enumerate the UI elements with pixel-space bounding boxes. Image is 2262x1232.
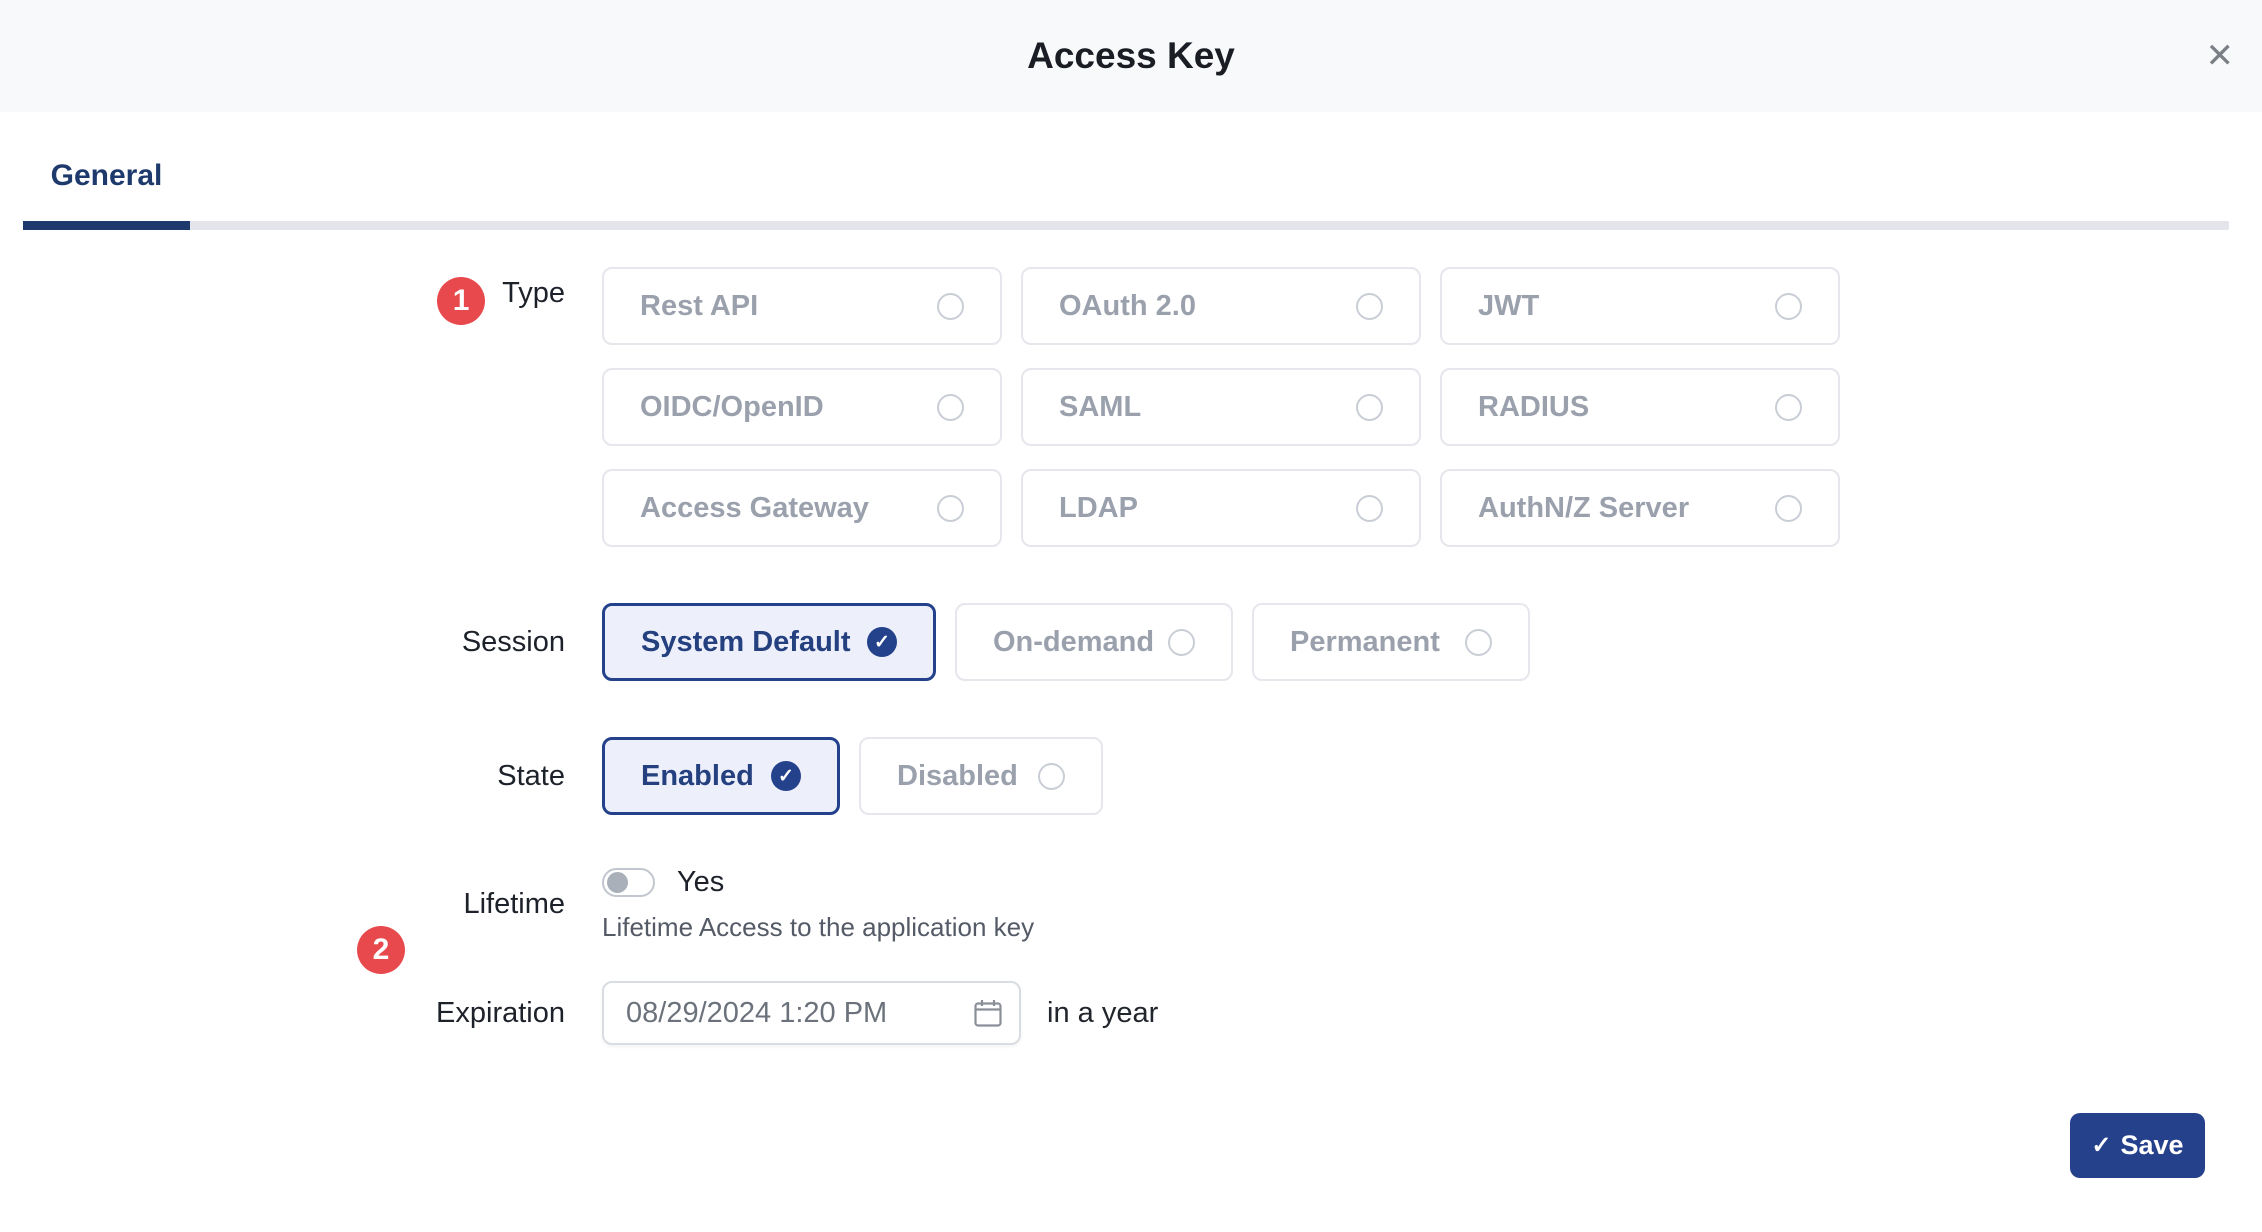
radio-icon (937, 293, 964, 320)
expiration-row: Expiration in a year (0, 981, 2262, 1045)
session-option-on-demand[interactable]: On-demand (955, 603, 1233, 681)
state-options: Enabled ✓ Disabled (602, 737, 1103, 815)
expiration-label: Expiration (436, 997, 565, 1030)
state-option-enabled[interactable]: Enabled ✓ (602, 737, 840, 815)
radio-icon (1356, 293, 1383, 320)
lifetime-label-cell: Lifetime (0, 888, 565, 921)
tab-bar: General (23, 158, 2229, 230)
type-option-access-gateway[interactable]: Access Gateway (602, 469, 1002, 547)
type-option-oauth-2-0[interactable]: OAuth 2.0 (1021, 267, 1421, 345)
option-label: SAML (1059, 391, 1141, 424)
state-label: State (497, 760, 565, 793)
modal-header: Access Key ✕ (0, 0, 2262, 112)
expiration-date-input[interactable] (602, 981, 1021, 1045)
lifetime-toggle-value: Yes (677, 866, 724, 899)
expiration-control: in a year (602, 981, 1158, 1045)
radio-icon (937, 495, 964, 522)
option-label: AuthN/Z Server (1478, 492, 1689, 525)
option-label: System Default (641, 626, 851, 659)
option-label: JWT (1478, 290, 1539, 323)
radio-icon (1775, 394, 1802, 421)
state-label-cell: State (0, 760, 565, 793)
option-label: LDAP (1059, 492, 1138, 525)
check-circle-icon: ✓ (867, 627, 897, 657)
session-label-cell: Session (0, 626, 565, 659)
session-option-permanent[interactable]: Permanent (1252, 603, 1530, 681)
type-option-jwt[interactable]: JWT (1440, 267, 1840, 345)
annotation-badge-2: 2 (357, 926, 405, 974)
option-label: On-demand (993, 626, 1154, 659)
save-button-label: Save (2121, 1130, 2184, 1161)
option-label: Permanent (1290, 626, 1440, 659)
session-label: Session (462, 626, 565, 659)
radio-icon (1356, 495, 1383, 522)
save-button[interactable]: ✓ Save (2070, 1113, 2205, 1178)
lifetime-help-text: Lifetime Access to the application key (602, 912, 1034, 943)
type-row: 1 Type Rest API OAuth 2.0 JWT OIDC/OpenID SA… (0, 267, 2262, 547)
state-row: State Enabled ✓ Disabled (0, 737, 2262, 815)
toggle-knob (607, 872, 628, 893)
type-label: Type (502, 277, 565, 310)
type-label-cell: 1 Type (0, 267, 565, 547)
radio-icon (1168, 629, 1195, 656)
tab-active-indicator (23, 221, 190, 230)
lifetime-control: Yes Lifetime Access to the application k… (602, 866, 1034, 943)
lifetime-toggle[interactable] (602, 868, 655, 897)
tab-track (23, 221, 2229, 230)
calendar-icon[interactable] (973, 998, 1003, 1028)
check-icon: ✓ (2091, 1131, 2111, 1160)
tab-general[interactable]: General (23, 158, 190, 194)
lifetime-label: Lifetime (463, 888, 565, 921)
access-key-form: 1 Type Rest API OAuth 2.0 JWT OIDC/OpenID SA… (0, 267, 2262, 1045)
radio-icon (1465, 629, 1492, 656)
session-row: Session System Default ✓ On-demand Permanen… (0, 603, 2262, 681)
check-circle-icon: ✓ (771, 761, 801, 791)
type-option-oidc-openid[interactable]: OIDC/OpenID (602, 368, 1002, 446)
option-label: Rest API (640, 290, 758, 323)
option-label: OIDC/OpenID (640, 391, 824, 424)
expiration-hint: in a year (1047, 997, 1158, 1030)
radio-icon (1038, 763, 1065, 790)
radio-icon (1775, 293, 1802, 320)
session-options: System Default ✓ On-demand Permanent (602, 603, 1530, 681)
radio-icon (1775, 495, 1802, 522)
type-option-radius[interactable]: RADIUS (1440, 368, 1840, 446)
radio-icon (937, 394, 964, 421)
option-label: Disabled (897, 760, 1018, 793)
state-option-disabled[interactable]: Disabled (859, 737, 1103, 815)
session-option-system-default[interactable]: System Default ✓ (602, 603, 936, 681)
type-option-saml[interactable]: SAML (1021, 368, 1421, 446)
annotation-badge-1: 1 (437, 277, 485, 325)
expiration-label-cell: Expiration (0, 997, 565, 1030)
type-option-rest-api[interactable]: Rest API (602, 267, 1002, 345)
option-label: Enabled (641, 760, 754, 793)
option-label: OAuth 2.0 (1059, 290, 1196, 323)
radio-icon (1356, 394, 1383, 421)
modal-title: Access Key (0, 0, 2262, 112)
option-label: Access Gateway (640, 492, 869, 525)
type-option-ldap[interactable]: LDAP (1021, 469, 1421, 547)
option-label: RADIUS (1478, 391, 1589, 424)
close-icon[interactable]: ✕ (2206, 39, 2235, 73)
type-option-authn-z-server[interactable]: AuthN/Z Server (1440, 469, 1840, 547)
lifetime-row: Lifetime Yes Lifetime Access to the appl… (0, 866, 2262, 943)
type-options-grid: Rest API OAuth 2.0 JWT OIDC/OpenID SAML RADIU… (602, 267, 1840, 547)
